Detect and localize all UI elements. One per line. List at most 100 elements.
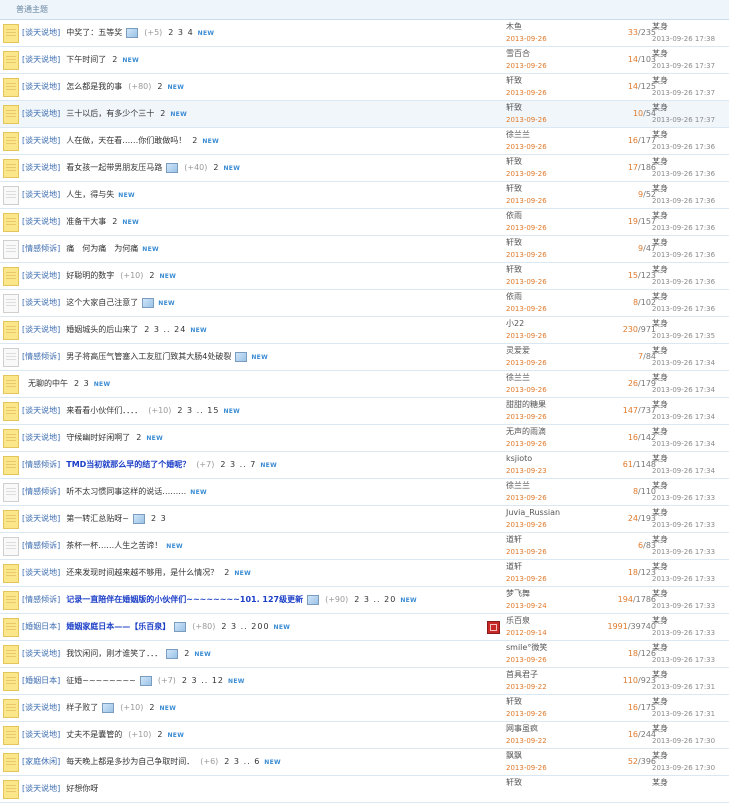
page-links[interactable]: 2: [157, 730, 163, 739]
thread-row[interactable]: [谈天说地] 丈夫不是囊管的 (+10) 2 NEW 网事虽疯 2013-09-22 16/2…: [0, 722, 729, 749]
thread-title-link[interactable]: 怎么都是我的事: [66, 82, 122, 91]
last-post-time[interactable]: 2013-09-26 17:34: [652, 384, 729, 396]
last-poster-link[interactable]: 某身: [652, 291, 729, 303]
last-post-time[interactable]: 2013-09-26 17:35: [652, 330, 729, 342]
thread-title-link[interactable]: 这个大家自己注意了: [66, 298, 138, 307]
category-link[interactable]: [谈天说地]: [22, 730, 60, 739]
category-link[interactable]: [谈天说地]: [22, 136, 60, 145]
thread-title-link[interactable]: 听不太习惯同事这样的说话………: [66, 487, 186, 496]
page-links[interactable]: 2 3 .. 24: [144, 325, 186, 334]
thread-title-link[interactable]: 征婚~~~~~~~~: [66, 676, 136, 685]
category-link[interactable]: [情感倾诉]: [22, 352, 60, 361]
category-link[interactable]: [谈天说地]: [22, 82, 60, 91]
page-links[interactable]: 2: [213, 163, 219, 172]
category-link[interactable]: [谈天说地]: [22, 298, 60, 307]
last-poster-link[interactable]: 某身: [652, 318, 729, 330]
category-link[interactable]: [谈天说地]: [22, 28, 60, 37]
page-links[interactable]: 2 3: [74, 379, 90, 388]
last-poster-link[interactable]: 某身: [652, 669, 729, 681]
page-links[interactable]: 2: [157, 82, 163, 91]
last-post-time[interactable]: 2013-09-26 17:36: [652, 168, 729, 180]
last-post-time[interactable]: 2013-09-26 17:36: [652, 249, 729, 261]
page-links[interactable]: 2 3 .. 200: [221, 622, 269, 631]
category-link[interactable]: [谈天说地]: [22, 649, 60, 658]
last-poster-link[interactable]: 某身: [652, 75, 729, 87]
thread-row[interactable]: [情感倾诉] 痛 何为痛 为何痛 NEW 轩致 2013-09-26 9/47 某身 2013…: [0, 236, 729, 263]
thread-title-link[interactable]: 婚姻城头的后山来了: [66, 325, 138, 334]
category-link[interactable]: [谈天说地]: [22, 703, 60, 712]
category-link[interactable]: [谈天说地]: [22, 406, 60, 415]
thread-row[interactable]: [谈天说地] 准备干大事 2 NEW 依雨 2013-09-26 19/157 某身 2013-…: [0, 209, 729, 236]
thread-row[interactable]: [情感倾诉] 茶杯一杯……人生之苦谛！ NEW 道轩 2013-09-26 6/83 某身 2…: [0, 533, 729, 560]
last-poster-link[interactable]: 某身: [652, 534, 729, 546]
thread-row[interactable]: [谈天说地] 好聪明的数字 (+10) 2 NEW 轩致 2013-09-26 15/123 某…: [0, 263, 729, 290]
thread-title-link[interactable]: TMD当初就那么早的结了个婚呢？: [66, 460, 190, 469]
category-link[interactable]: [谈天说地]: [22, 109, 60, 118]
thread-title-link[interactable]: 还来发现时间越来越不够用，是什么情况？: [66, 568, 218, 577]
page-links[interactable]: 2: [112, 217, 118, 226]
thread-row[interactable]: [情感倾诉] 男子将高压气管塞入工友肛门致其大肠4处破裂 NEW 灵爱爱 2013-09…: [0, 344, 729, 371]
thread-title-link[interactable]: 看女孩一起带男朋友压马路: [66, 163, 162, 172]
page-links[interactable]: 2: [136, 433, 142, 442]
category-link[interactable]: [婚姻日本]: [22, 622, 60, 631]
last-poster-link[interactable]: 某身: [652, 237, 729, 249]
thread-row[interactable]: [谈天说地] 怎么都是我的事 (+80) 2 NEW 轩致 2013-09-26 14/125…: [0, 74, 729, 101]
last-post-time[interactable]: 2013-09-26 17:37: [652, 87, 729, 99]
thread-title-link[interactable]: 守候幽时好闲啊了: [66, 433, 130, 442]
thread-title-link[interactable]: 无聊的中午: [28, 379, 68, 388]
thread-title-link[interactable]: 我饮闲问，刚才谁笑了．．．: [66, 649, 162, 658]
last-poster-link[interactable]: 某身: [652, 210, 729, 222]
page-links[interactable]: 2 3 .. 12: [182, 676, 224, 685]
category-link[interactable]: [谈天说地]: [22, 433, 60, 442]
page-links[interactable]: 2: [112, 55, 118, 64]
thread-title-link[interactable]: 好聪明的数字: [66, 271, 114, 280]
thread-row[interactable]: [谈天说地] 第一转汇总贴呀~ 2 3 Juvia_Russian 2013-09-26…: [0, 506, 729, 533]
last-poster-link[interactable]: 某身: [652, 723, 729, 735]
last-poster-link[interactable]: 某身: [652, 507, 729, 519]
thread-title-link[interactable]: 人生，得与失: [66, 190, 114, 199]
page-links[interactable]: 2 3 .. 20: [354, 595, 396, 604]
thread-row[interactable]: [情感倾诉] TMD当初就那么早的结了个婚呢？ (+7) 2 3 .. 7 NEW ksj…: [0, 452, 729, 479]
last-poster-link[interactable]: 某身: [652, 102, 729, 114]
thread-row[interactable]: [谈天说地] 来看看小伙伴们．．．． (+10) 2 3 .. 15 NEW 甜甜的糖果 2…: [0, 398, 729, 425]
last-poster-link[interactable]: 某身: [652, 48, 729, 60]
last-post-time[interactable]: 2013-09-26 17:38: [652, 33, 729, 45]
last-poster-link[interactable]: 某身: [652, 345, 729, 357]
category-link[interactable]: [家庭休闲]: [22, 757, 60, 766]
last-post-time[interactable]: 2013-09-26 17:30: [652, 762, 729, 774]
category-link[interactable]: [情感倾诉]: [22, 541, 60, 550]
thread-row[interactable]: [家庭休闲] 每天晚上都是多抄为自己争取时间． (+6) 2 3 .. 6 NEW 飘飘 2…: [0, 749, 729, 776]
page-links[interactable]: 2 3 .. 7: [220, 460, 256, 469]
last-post-time[interactable]: 2013-09-26 17:31: [652, 681, 729, 693]
thread-title-link[interactable]: 第一转汇总贴呀~: [66, 514, 129, 523]
last-poster-link[interactable]: 某身: [652, 777, 729, 789]
last-post-time[interactable]: 2013-09-26 17:31: [652, 708, 729, 720]
last-post-time[interactable]: 2013-09-26 17:33: [652, 627, 729, 639]
thread-row[interactable]: [谈天说地] 婚姻城头的后山来了 2 3 .. 24 NEW 小22 2013-09-26…: [0, 317, 729, 344]
thread-row[interactable]: [谈天说地] 好想你呀 轩致 某身: [0, 776, 729, 803]
thread-title-link[interactable]: 每天晚上都是多抄为自己争取时间．: [66, 757, 194, 766]
last-post-time[interactable]: 2013-09-26 17:36: [652, 141, 729, 153]
last-poster-link[interactable]: 某身: [652, 480, 729, 492]
last-post-time[interactable]: 2013-09-26 17:36: [652, 303, 729, 315]
last-poster-link[interactable]: 某身: [652, 129, 729, 141]
page-links[interactable]: 2: [184, 649, 190, 658]
last-post-time[interactable]: 2013-09-26 17:36: [652, 222, 729, 234]
category-link[interactable]: [谈天说地]: [22, 514, 60, 523]
last-poster-link[interactable]: 某身: [652, 588, 729, 600]
page-links[interactable]: 2: [224, 568, 230, 577]
category-link[interactable]: [谈天说地]: [22, 325, 60, 334]
last-poster-link[interactable]: 某身: [652, 561, 729, 573]
last-poster-link[interactable]: 某身: [652, 426, 729, 438]
page-links[interactable]: 2: [160, 109, 166, 118]
thread-title-link[interactable]: 下午时间了: [66, 55, 106, 64]
thread-title-link[interactable]: 准备干大事: [66, 217, 106, 226]
page-links[interactable]: 2 3: [151, 514, 167, 523]
category-link[interactable]: [谈天说地]: [22, 55, 60, 64]
thread-row[interactable]: [情感倾诉] 记录一直陪伴在婚姻版的小伙伴们~~~~~~~~101. 127级更新…: [0, 587, 729, 614]
category-link[interactable]: [谈天说地]: [22, 190, 60, 199]
thread-title-link[interactable]: 人在做，天在看……你们敢做吗！: [66, 136, 186, 145]
thread-row[interactable]: [情感倾诉] 听不太习惯同事这样的说话……… NEW 徐兰兰 2013-09-26 8/1…: [0, 479, 729, 506]
last-poster-link[interactable]: 某身: [652, 156, 729, 168]
thread-title-link[interactable]: 痛 何为痛 为何痛: [66, 244, 138, 253]
